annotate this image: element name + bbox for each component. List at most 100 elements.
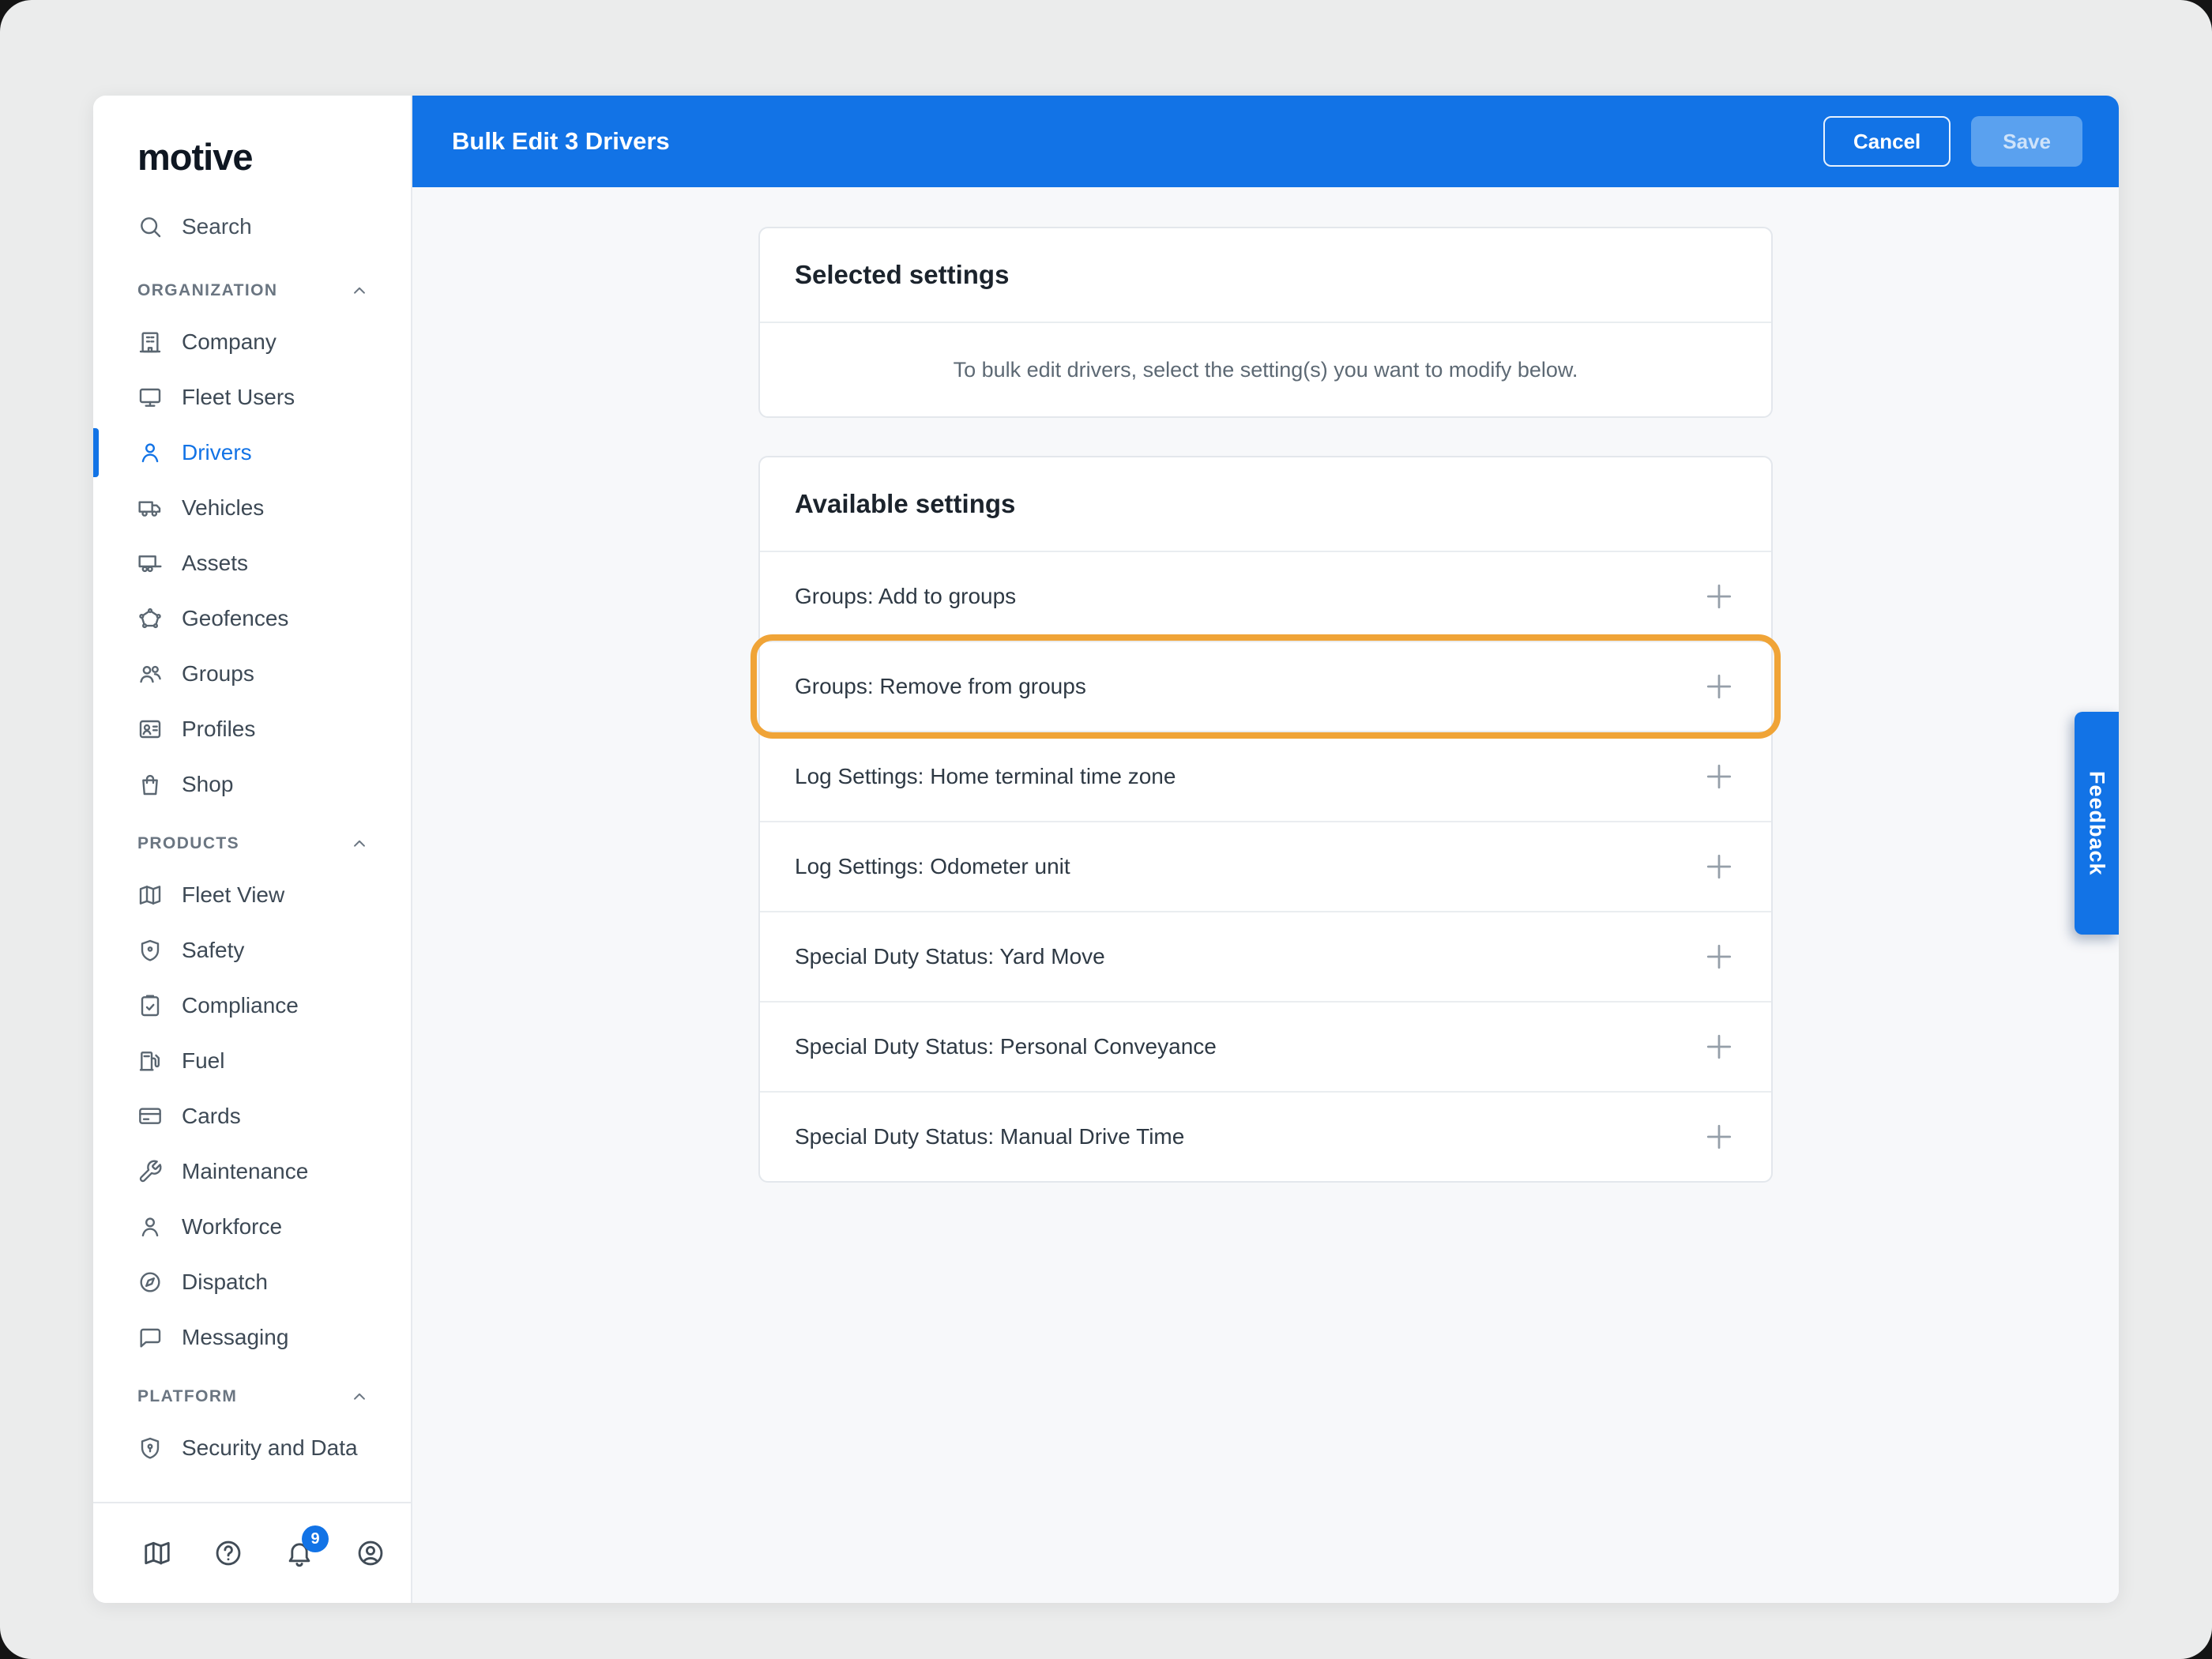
sidebar-item-drivers[interactable]: Drivers — [93, 425, 411, 480]
credit-card-icon — [137, 1104, 163, 1129]
sidebar-item-label: Groups — [182, 661, 254, 687]
sidebar-item-workforce[interactable]: Workforce — [93, 1199, 411, 1255]
clipboard-check-icon — [137, 993, 163, 1018]
sidebar-item-dispatch[interactable]: Dispatch — [93, 1255, 411, 1310]
sidebar-item-messaging[interactable]: Messaging — [93, 1310, 411, 1365]
sidebar-item-label: Compliance — [182, 993, 299, 1018]
content-area: Selected settings To bulk edit drivers, … — [412, 187, 2119, 1603]
sidebar-item-fleet-view[interactable]: Fleet View — [93, 867, 411, 923]
compass-icon — [137, 1270, 163, 1295]
sidebar-item-maintenance[interactable]: Maintenance — [93, 1144, 411, 1199]
people-icon — [137, 661, 163, 687]
search-icon — [137, 214, 163, 239]
app-window: motive Search ORGANIZATION Company Fleet… — [93, 96, 2119, 1603]
shield-icon — [137, 938, 163, 963]
sidebar-item-label: Fleet Users — [182, 385, 295, 410]
chevron-up-icon — [349, 833, 370, 854]
section-header-platform[interactable]: PLATFORM — [93, 1373, 411, 1420]
add-setting-button[interactable] — [1702, 1029, 1736, 1064]
plus-icon — [1702, 939, 1736, 974]
sidebar-item-label: Drivers — [182, 440, 252, 465]
selected-settings-empty-message: To bulk edit drivers, select the setting… — [760, 323, 1771, 416]
sidebar-item-label: Cards — [182, 1104, 241, 1129]
sidebar-item-security-and-data[interactable]: Security and Data — [93, 1420, 411, 1476]
sidebar: motive Search ORGANIZATION Company Fleet… — [93, 96, 412, 1603]
shopping-bag-icon — [137, 772, 163, 797]
question-circle-icon — [213, 1538, 243, 1568]
setting-row-personal-conveyance: Special Duty Status: Personal Conveyance — [760, 1001, 1771, 1091]
setting-row-odometer-unit: Log Settings: Odometer unit — [760, 821, 1771, 911]
motive-logo: motive — [137, 135, 411, 179]
setting-row-groups-remove: Groups: Remove from groups — [760, 641, 1771, 731]
sidebar-item-label: Dispatch — [182, 1270, 268, 1295]
chat-bubble-icon — [137, 1325, 163, 1350]
help-button[interactable] — [213, 1538, 243, 1568]
add-setting-button[interactable] — [1702, 759, 1736, 794]
add-setting-button[interactable] — [1702, 579, 1736, 614]
building-icon — [137, 329, 163, 355]
sidebar-item-label: Geofences — [182, 606, 288, 631]
page-title: Bulk Edit 3 Drivers — [452, 127, 670, 156]
fuel-pump-icon — [137, 1048, 163, 1074]
sidebar-item-company[interactable]: Company — [93, 314, 411, 370]
sidebar-item-label: Fleet View — [182, 882, 284, 908]
sidebar-item-label: Security and Data — [182, 1435, 358, 1461]
sidebar-item-cards[interactable]: Cards — [93, 1089, 411, 1144]
setting-label: Special Duty Status: Personal Conveyance — [795, 1034, 1217, 1059]
person-icon — [137, 1214, 163, 1240]
setting-label: Special Duty Status: Yard Move — [795, 944, 1105, 969]
sidebar-item-fuel[interactable]: Fuel — [93, 1033, 411, 1089]
account-circle-icon — [356, 1538, 386, 1568]
sidebar-item-label: Fuel — [182, 1048, 224, 1074]
section-label: PRODUCTS — [137, 834, 239, 853]
selected-settings-card: Selected settings To bulk edit drivers, … — [758, 227, 1773, 418]
person-icon — [137, 440, 163, 465]
sidebar-item-label: Maintenance — [182, 1159, 308, 1184]
sidebar-item-fleet-users[interactable]: Fleet Users — [93, 370, 411, 425]
search-button[interactable]: Search — [93, 199, 411, 254]
sidebar-item-groups[interactable]: Groups — [93, 646, 411, 702]
setting-label: Log Settings: Home terminal time zone — [795, 764, 1176, 789]
add-setting-button[interactable] — [1702, 849, 1736, 884]
setting-row-manual-drive-time: Special Duty Status: Manual Drive Time — [760, 1091, 1771, 1181]
truck-icon — [137, 495, 163, 521]
sidebar-item-geofences[interactable]: Geofences — [93, 591, 411, 646]
sidebar-item-label: Safety — [182, 938, 244, 963]
setting-row-yard-move: Special Duty Status: Yard Move — [760, 911, 1771, 1001]
feedback-tab[interactable]: Feedback — [2075, 712, 2119, 935]
setting-label: Special Duty Status: Manual Drive Time — [795, 1124, 1184, 1149]
sidebar-item-label: Workforce — [182, 1214, 282, 1240]
plus-icon — [1702, 1029, 1736, 1064]
search-label: Search — [182, 214, 252, 239]
plus-icon — [1702, 759, 1736, 794]
sidebar-item-label: Vehicles — [182, 495, 264, 521]
whats-new-button[interactable] — [142, 1538, 172, 1568]
plus-icon — [1702, 1119, 1736, 1154]
sidebar-item-safety[interactable]: Safety — [93, 923, 411, 978]
chevron-up-icon — [349, 1386, 370, 1407]
cancel-button[interactable]: Cancel — [1823, 116, 1951, 167]
section-header-products[interactable]: PRODUCTS — [93, 820, 411, 867]
sidebar-item-label: Messaging — [182, 1325, 288, 1350]
trailer-icon — [137, 551, 163, 576]
sidebar-item-assets[interactable]: Assets — [93, 536, 411, 591]
notifications-button[interactable]: 9 — [284, 1538, 314, 1568]
section-label: ORGANIZATION — [137, 281, 277, 300]
plus-icon — [1702, 579, 1736, 614]
sidebar-item-profiles[interactable]: Profiles — [93, 702, 411, 757]
add-setting-button[interactable] — [1702, 939, 1736, 974]
save-button[interactable]: Save — [1971, 116, 2082, 167]
section-label: PLATFORM — [137, 1387, 237, 1406]
geofence-icon — [137, 606, 163, 631]
account-button[interactable] — [356, 1538, 386, 1568]
section-header-organization[interactable]: ORGANIZATION — [93, 267, 411, 314]
available-settings-title: Available settings — [760, 457, 1771, 552]
add-setting-button[interactable] — [1702, 1119, 1736, 1154]
sidebar-item-label: Assets — [182, 551, 248, 576]
sidebar-item-compliance[interactable]: Compliance — [93, 978, 411, 1033]
add-setting-button[interactable] — [1702, 669, 1736, 704]
bulk-edit-header: Bulk Edit 3 Drivers Cancel Save — [412, 96, 2119, 187]
plus-icon — [1702, 669, 1736, 704]
sidebar-item-vehicles[interactable]: Vehicles — [93, 480, 411, 536]
sidebar-item-shop[interactable]: Shop — [93, 757, 411, 812]
